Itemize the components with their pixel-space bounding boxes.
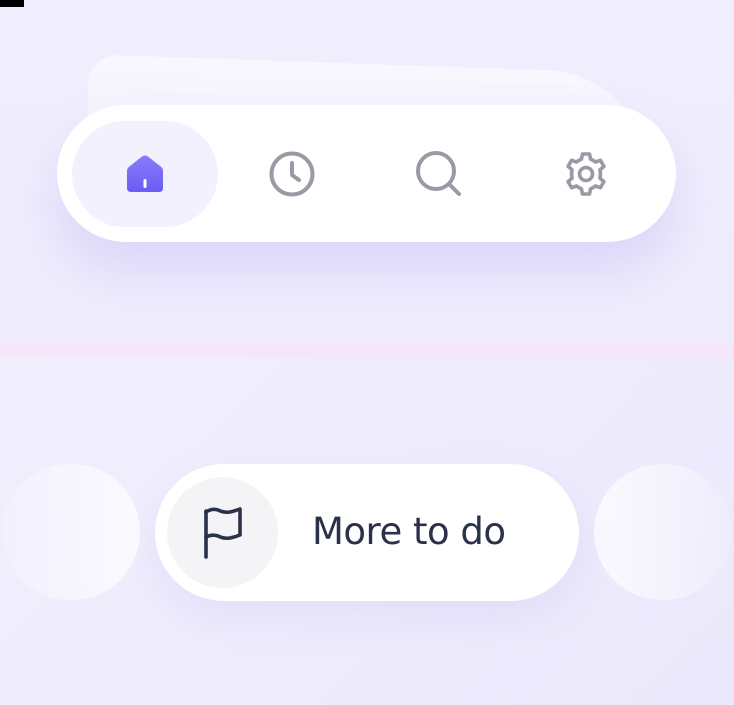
nav-item-home[interactable] — [72, 121, 218, 227]
more-to-do-label: More to do — [312, 510, 506, 553]
flag-icon — [203, 506, 242, 559]
nav-item-settings[interactable] — [513, 121, 659, 227]
next-card-peek[interactable] — [594, 464, 732, 600]
previous-card-peek[interactable] — [2, 464, 140, 600]
panel-divider — [0, 340, 734, 362]
search-icon — [416, 151, 461, 196]
nav-item-history[interactable] — [219, 121, 365, 227]
home-icon — [127, 155, 163, 192]
bottom-nav-bar — [57, 105, 676, 242]
nav-item-search[interactable] — [366, 121, 512, 227]
clock-icon — [269, 151, 315, 197]
gear-icon — [566, 152, 606, 196]
more-to-do-button[interactable]: More to do — [155, 464, 579, 601]
corner-marker — [0, 0, 24, 7]
flag-icon-badge — [167, 477, 278, 588]
